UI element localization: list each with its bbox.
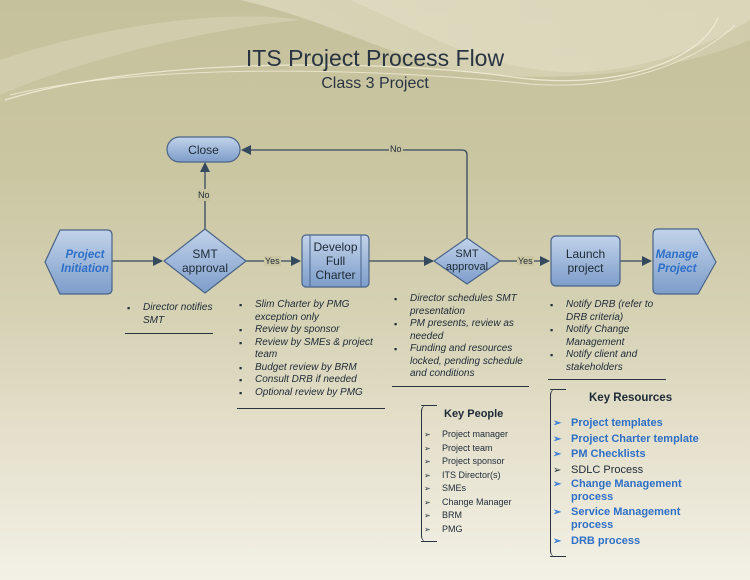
- key-people-item: Project team: [424, 442, 532, 456]
- key-resources-box: Key Resources Project templates Project …: [550, 389, 731, 557]
- note-item: Review by sponsor: [237, 324, 385, 337]
- note-item: Notify client and stakeholders: [548, 349, 666, 374]
- note-item: Optional review by PMG: [237, 387, 385, 400]
- notes-develop: Slim Charter by PMG exception only Revie…: [237, 299, 385, 409]
- edge-label-yes-1: Yes: [264, 256, 281, 266]
- connector-smt2-close: [241, 145, 468, 238]
- edge-label-no-1: No: [198, 189, 210, 201]
- key-people-title: Key People: [444, 408, 504, 420]
- resource-link-pm-checklists[interactable]: PM Checklists: [553, 447, 731, 463]
- note-item: PM presents, review as needed: [392, 318, 529, 343]
- resource-link-project-charter-template[interactable]: Project Charter template: [553, 432, 731, 448]
- note-item: Director schedules SMT presentation: [392, 293, 529, 318]
- key-people-item: BRM: [424, 509, 532, 523]
- key-people-item: Project sponsor: [424, 455, 532, 469]
- note-item: Budget review by BRM: [237, 362, 385, 375]
- note-item: Review by SMEs & project team: [237, 337, 385, 362]
- divider: [237, 408, 385, 409]
- key-people-item: SMEs: [424, 482, 532, 496]
- notes-initiation: Director notifies SMT: [125, 302, 213, 334]
- key-people-item: Change Manager: [424, 496, 532, 510]
- node-launch-project[interactable]: Launch project: [553, 247, 618, 275]
- edge-label-yes-2: Yes: [517, 256, 534, 266]
- key-people-box: Key People Project manager Project team …: [421, 405, 532, 542]
- note-item: Director notifies SMT: [125, 302, 213, 327]
- note-item: Notify Change Management: [548, 324, 666, 349]
- resource-link-drb-process[interactable]: DRB process: [553, 534, 731, 550]
- note-item: Consult DRB if needed: [237, 374, 385, 387]
- resource-link-service-management-process[interactable]: Service Management process: [553, 506, 711, 532]
- node-smt-approval-2[interactable]: SMT approval: [440, 248, 494, 274]
- divider: [392, 385, 529, 387]
- notes-smt2: Director schedules SMT presentation PM p…: [392, 293, 529, 387]
- divider: [125, 333, 213, 334]
- node-close[interactable]: Close: [167, 143, 240, 157]
- notes-launch: Notify DRB (refer to DRB criteria) Notif…: [548, 299, 666, 380]
- key-people-item: ITS Director(s): [424, 469, 532, 483]
- resource-sdlc-process: SDLC Process: [553, 463, 731, 479]
- divider: [548, 379, 666, 380]
- key-people-item: Project manager: [424, 428, 532, 442]
- key-resources-title: Key Resources: [589, 392, 673, 404]
- resource-link-change-management-process[interactable]: Change Management process: [553, 478, 701, 504]
- resource-link-project-templates[interactable]: Project templates: [553, 416, 731, 432]
- edge-label-no-2: No: [389, 144, 403, 154]
- key-people-item: PMG: [424, 523, 532, 537]
- note-item: Notify DRB (refer to DRB criteria): [548, 299, 666, 324]
- node-smt-approval-1[interactable]: SMT approval: [176, 247, 234, 275]
- node-project-initiation[interactable]: Project Initiation: [55, 248, 115, 276]
- note-item: Slim Charter by PMG exception only: [237, 299, 385, 324]
- note-item: Funding and resources locked, pending sc…: [392, 343, 529, 381]
- node-develop-full-charter[interactable]: Develop Full Charter: [308, 240, 363, 282]
- node-manage-project[interactable]: Manage Project: [651, 248, 703, 276]
